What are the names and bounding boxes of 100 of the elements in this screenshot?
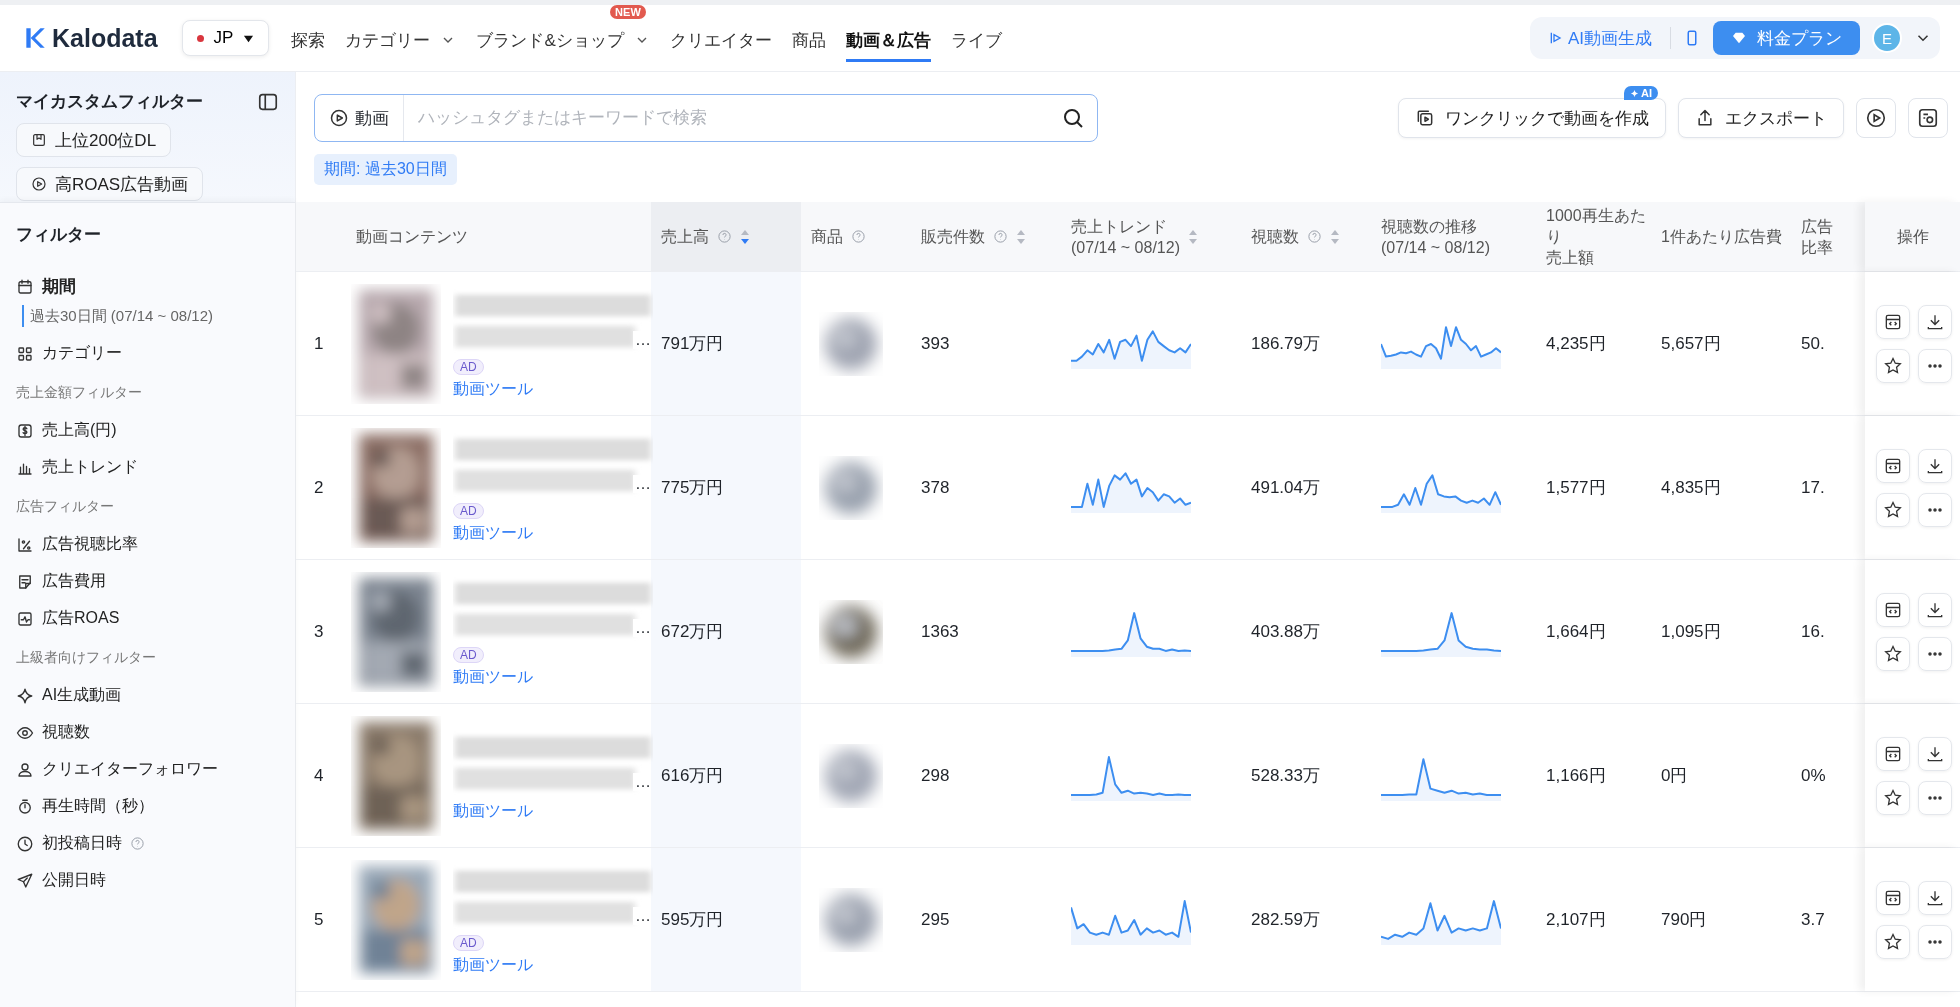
ai-badge: AI [1624, 86, 1658, 100]
rank-number: 2 [314, 477, 324, 498]
settings-icon[interactable] [1908, 98, 1948, 138]
filter-item[interactable]: 再生時間（秒） [42, 796, 154, 817]
note-icon [16, 572, 34, 591]
user-icon [16, 760, 34, 779]
filter-item[interactable]: AI生成動画 [42, 685, 122, 706]
column-header: 1000再生あたり 売上額 [1546, 206, 1647, 268]
column-header: 視聴数の推移 (07/14 ~ 08/12) [1381, 216, 1490, 258]
embed-icon[interactable] [1875, 736, 1910, 771]
filter-item[interactable]: 売上高(円) [42, 420, 117, 441]
filter-chip[interactable]: 上位200位DL [16, 123, 172, 157]
table-cell-text: 0円 [1661, 765, 1688, 787]
table-cell-text: 791万円 [661, 333, 724, 355]
embed-icon[interactable] [1875, 304, 1910, 339]
table-cell-text: 4,835円 [1661, 477, 1721, 499]
group-heading: 広告フィルター [16, 498, 115, 516]
pulse-chart-icon [16, 609, 34, 628]
grid-icon [16, 344, 34, 363]
title-ellipsis: … [633, 773, 651, 791]
ai-video-button[interactable]: AI動画生成 [1541, 25, 1658, 51]
table-cell: 1363 [921, 621, 959, 642]
panel-title: マイカスタムフィルター [16, 91, 203, 113]
period-tag: 期間: 過去30日間 [314, 154, 457, 185]
more-icon[interactable] [1917, 348, 1952, 383]
video-tool-link[interactable]: 動画ツール [453, 379, 533, 400]
title-ellipsis: … [633, 907, 651, 925]
ad-badge: AD [453, 503, 484, 519]
filter-item[interactable]: 期間 [42, 275, 76, 298]
filter-item[interactable]: カテゴリー [42, 343, 122, 364]
table-cell-text: 1,577円 [1546, 477, 1606, 499]
video-tool-link[interactable]: 動画ツール [453, 667, 533, 688]
ad-badge: AD [453, 935, 484, 951]
rank-number: 3 [314, 621, 324, 642]
share-icon [1695, 108, 1715, 128]
column-header: 視聴数 [1251, 227, 1299, 247]
rank-number: 5 [314, 909, 324, 930]
column-header: 操作 [1896, 227, 1929, 247]
table-cell: 17. [1801, 477, 1825, 498]
filter-item[interactable]: 初投稿日時 [42, 833, 122, 854]
play-icon [31, 176, 47, 192]
scope-selector[interactable]: 動画 [315, 95, 404, 141]
filter-item[interactable]: 広告視聴比率 [42, 534, 138, 555]
table-cell-text: 403.88万 [1251, 621, 1320, 643]
nav-tab[interactable]: カテゴリー [345, 18, 457, 62]
action-button[interactable]: ワンクリックで動画を作成 [1398, 98, 1666, 138]
download-icon[interactable] [1917, 592, 1952, 627]
more-icon[interactable] [1917, 924, 1952, 959]
filter-item[interactable]: 広告ROAS [42, 608, 120, 629]
action-button[interactable]: エクスポート [1678, 98, 1844, 138]
logo-text[interactable]: Kalodata [52, 23, 158, 53]
table-cell-text: 595万円 [661, 909, 724, 931]
nav-tab[interactable]: 動画＆広告 [845, 18, 931, 62]
percent-chart-icon [16, 535, 34, 554]
nav-tab[interactable]: クリエイター [669, 18, 772, 62]
download-icon[interactable] [1917, 448, 1952, 483]
table-cell: 393 [921, 333, 950, 354]
filter-item[interactable]: クリエイターフォロワー [42, 759, 218, 780]
download-icon[interactable] [1917, 304, 1952, 339]
column-header: 売上高 [661, 227, 709, 247]
video-tool-link[interactable]: 動画ツール [453, 955, 533, 976]
more-icon[interactable] [1917, 780, 1952, 815]
nav-tab[interactable]: ブランド&ショップ [476, 18, 650, 62]
embed-icon[interactable] [1875, 592, 1910, 627]
paper-plane-icon [16, 871, 34, 890]
filter-item[interactable]: 視聴数 [42, 722, 90, 743]
ad-badge: AD [453, 647, 484, 663]
column-header: 販売件数 [921, 227, 985, 247]
nav-tab[interactable]: 商品 [791, 18, 826, 62]
play-icon[interactable] [1856, 98, 1896, 138]
video-tool-link[interactable]: 動画ツール [453, 801, 533, 822]
panel-title: フィルター [16, 224, 102, 246]
embed-icon[interactable] [1875, 448, 1910, 483]
region-selector[interactable]: JP [181, 20, 270, 56]
more-icon[interactable] [1917, 492, 1952, 527]
search-icon[interactable] [1061, 106, 1085, 130]
table-cell-text: 4,235円 [1546, 333, 1606, 355]
dollar-icon [16, 421, 34, 440]
filter-item[interactable]: 公開日時 [42, 870, 106, 891]
table-cell: 298 [921, 765, 950, 786]
download-icon[interactable] [1917, 880, 1952, 915]
video-copy-icon [1415, 108, 1435, 128]
search-field[interactable]: 動画 ハッシュタグまたはキーワードで検索 [314, 94, 1098, 142]
table-cell-text: 616万円 [661, 765, 724, 787]
rank-number: 1 [314, 333, 324, 354]
sort-icon[interactable] [740, 228, 750, 245]
nav-tab[interactable]: 探索 [291, 18, 326, 62]
filter-item[interactable]: 売上トレンド [42, 457, 138, 478]
video-tool-link[interactable]: 動画ツール [453, 523, 533, 544]
table-cell-text: 775万円 [661, 477, 724, 499]
table-cell-text: 5,657円 [1661, 333, 1721, 355]
column-header: 売上トレンド (07/14 ~ 08/12) [1071, 216, 1180, 258]
more-icon[interactable] [1917, 636, 1952, 671]
nav-tab[interactable]: ライブ [950, 18, 1002, 62]
filter-item[interactable]: 広告費用 [42, 571, 106, 592]
download-icon[interactable] [1917, 736, 1952, 771]
embed-icon[interactable] [1875, 880, 1910, 915]
table-cell-text: 1,664円 [1546, 621, 1606, 643]
filter-chip[interactable]: 高ROAS広告動画 [16, 167, 204, 201]
table-cell: 378 [921, 477, 950, 498]
